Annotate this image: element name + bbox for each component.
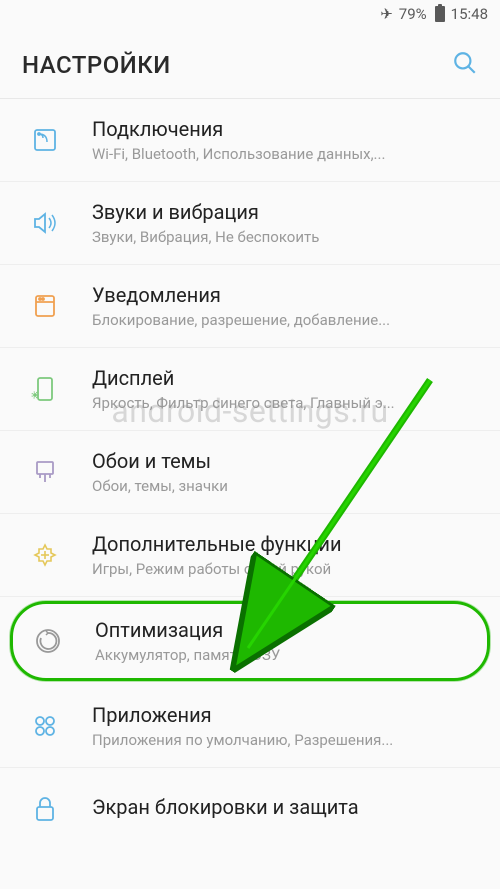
item-subtitle: Приложения по умолчанию, Разрешения... [92,731,478,749]
notifications-icon [22,283,68,329]
item-subtitle: Игры, Режим работы одной рукой [92,560,478,578]
item-title: Уведомления [92,283,478,307]
settings-item-lockscreen[interactable]: Экран блокировки и защита [0,768,500,850]
settings-list: Подключения Wi-Fi, Bluetooth, Использова… [0,99,500,850]
settings-item-notifications[interactable]: Уведомления Блокирование, разрешение, до… [0,265,500,348]
display-icon [22,366,68,412]
item-title: Экран блокировки и защита [92,795,478,819]
settings-item-wallpaper[interactable]: Обои и темы Обои, темы, значки [0,431,500,514]
battery-percent: 79% [399,5,427,23]
item-title: Звуки и вибрация [92,200,478,224]
item-title: Обои и темы [92,449,478,473]
settings-item-display[interactable]: Дисплей Яркость, Фильтр синего света, Гл… [0,348,500,431]
item-subtitle: Wi-Fi, Bluetooth, Использование данных,.… [92,145,478,163]
battery-icon [435,6,445,22]
page-title: НАСТРОЙКИ [22,51,171,79]
item-subtitle: Звуки, Вибрация, Не беспокоить [92,228,478,246]
settings-item-apps[interactable]: Приложения Приложения по умолчанию, Разр… [0,685,500,768]
item-subtitle: Аккумулятор, память, ОЗУ [95,646,475,664]
item-title: Дополнительные функции [92,532,478,556]
search-icon [452,50,478,76]
item-subtitle: Яркость, Фильтр синего света, Главный э.… [92,394,478,412]
connections-icon [22,117,68,163]
item-title: Дисплей [92,366,478,390]
sounds-icon [22,200,68,246]
status-bar: ✈ 79% 15:48 [0,0,500,28]
item-subtitle: Блокирование, разрешение, добавление... [92,311,478,329]
item-title: Подключения [92,117,478,141]
clock-time: 15:48 [451,5,488,23]
item-title: Оптимизация [95,618,475,642]
settings-item-connections[interactable]: Подключения Wi-Fi, Bluetooth, Использова… [0,99,500,182]
settings-item-advanced[interactable]: Дополнительные функции Игры, Режим работ… [0,514,500,597]
search-button[interactable] [452,50,478,80]
optimization-icon [25,618,71,664]
advanced-icon [22,532,68,578]
settings-item-optimization[interactable]: Оптимизация Аккумулятор, память, ОЗУ [10,601,490,681]
item-title: Приложения [92,703,478,727]
settings-header: НАСТРОЙКИ [0,28,500,99]
wallpaper-icon [22,449,68,495]
settings-item-sounds[interactable]: Звуки и вибрация Звуки, Вибрация, Не бес… [0,182,500,265]
item-subtitle: Обои, темы, значки [92,477,478,495]
airplane-mode-icon: ✈ [380,5,393,23]
apps-icon [22,703,68,749]
lockscreen-icon [22,786,68,832]
